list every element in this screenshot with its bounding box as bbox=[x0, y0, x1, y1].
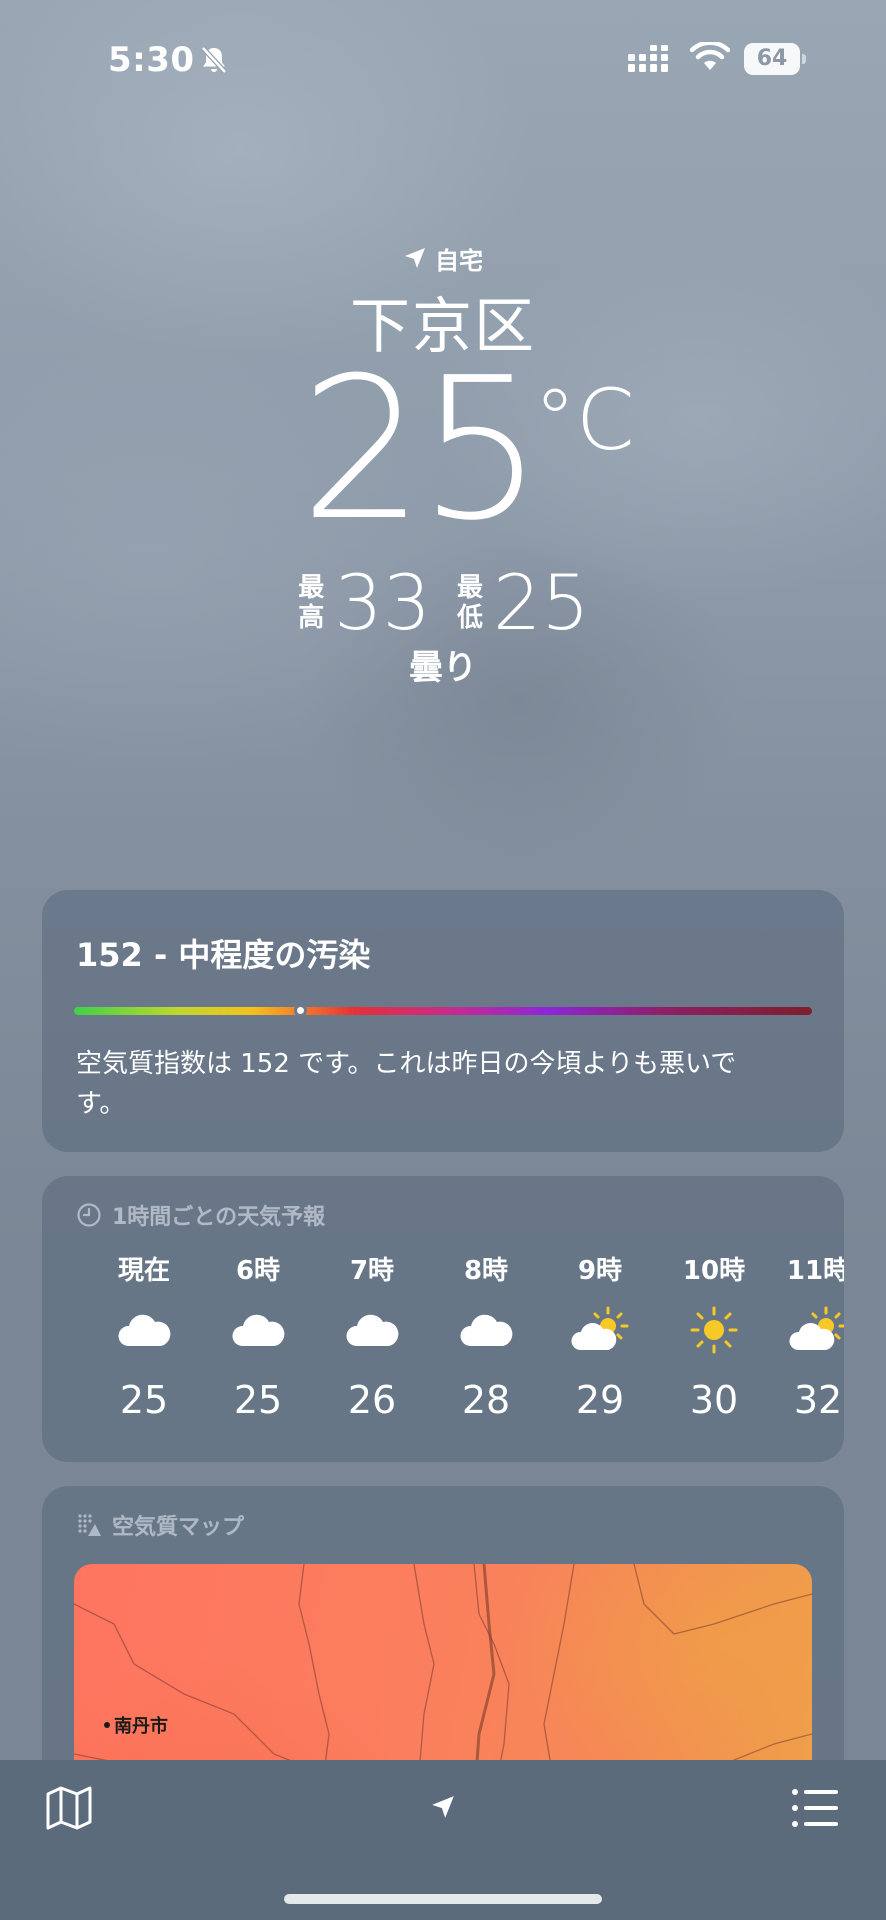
current-temperature: 25 °C bbox=[300, 350, 660, 560]
hour-item: 8時 28 bbox=[426, 1250, 546, 1450]
partly-sunny-icon bbox=[789, 1306, 844, 1350]
battery-level: 64 bbox=[756, 46, 788, 71]
aqi-indicator bbox=[294, 1004, 307, 1017]
air-quality-card[interactable]: 152 - 中程度の汚染 空気質指数は 152 です。これは昨日の今頃よりも悪い… bbox=[42, 890, 844, 1152]
hour-label: 8時 bbox=[463, 1256, 509, 1286]
hour-item: 7時 26 bbox=[312, 1250, 432, 1450]
hour-label: 6時 bbox=[235, 1256, 281, 1286]
low-value: 25 bbox=[493, 558, 590, 647]
map-header-label: 空気質マップ bbox=[112, 1515, 245, 1540]
map-place-marker: 南丹市 bbox=[104, 1712, 168, 1738]
hour-item: 11時 32 bbox=[758, 1250, 844, 1450]
aqi-scale-bar bbox=[74, 1007, 812, 1015]
clock-icon bbox=[77, 1203, 101, 1227]
hour-item: 6時 25 bbox=[198, 1250, 318, 1450]
low-temp: 最低 25 bbox=[455, 563, 590, 643]
wifi-icon bbox=[690, 42, 730, 70]
hour-item: 10時 30 bbox=[654, 1250, 774, 1450]
cloud-icon bbox=[346, 1314, 399, 1346]
cloud-icon bbox=[460, 1314, 513, 1346]
air-quality-map[interactable]: 南丹市 bbox=[74, 1564, 812, 1786]
hour-temp: 25 bbox=[119, 1378, 169, 1422]
list-icon[interactable] bbox=[790, 1786, 840, 1830]
location-label: 自宅 bbox=[435, 246, 483, 275]
low-label: 最低 bbox=[456, 573, 483, 633]
high-low: 最高 33 最低 25 bbox=[0, 558, 886, 648]
hour-temp: 29 bbox=[575, 1378, 625, 1422]
hour-label: 10時 bbox=[682, 1256, 746, 1286]
map-boundaries bbox=[74, 1564, 812, 1786]
cloud-icon bbox=[118, 1314, 171, 1346]
status-bar: 5:30 64 bbox=[0, 0, 886, 120]
condition-text: 曇り bbox=[409, 648, 477, 688]
high-temp: 最高 33 bbox=[296, 563, 431, 643]
air-quality-map-card[interactable]: 空気質マップ 南丹市 bbox=[42, 1486, 844, 1786]
hour-temp: 26 bbox=[347, 1378, 397, 1422]
hour-label: 9時 bbox=[577, 1256, 623, 1286]
high-label: 最高 bbox=[298, 573, 325, 633]
temperature-unit: °C bbox=[534, 371, 635, 469]
map-icon[interactable] bbox=[44, 1784, 94, 1832]
temperature-value: 25 bbox=[300, 336, 543, 564]
air-quality-map-icon bbox=[78, 1514, 101, 1536]
partly-sunny-icon bbox=[571, 1306, 629, 1350]
hour-temp: 30 bbox=[689, 1378, 739, 1422]
bottom-toolbar bbox=[0, 1760, 886, 1920]
hour-temp: 32 bbox=[793, 1378, 843, 1422]
map-place-dot bbox=[104, 1722, 110, 1728]
hour-label: 11時 bbox=[786, 1256, 844, 1286]
cloud-icon bbox=[232, 1314, 285, 1346]
aqi-title: 152 - 中程度の汚染 bbox=[76, 936, 371, 974]
hour-item: 現在 25 bbox=[84, 1250, 204, 1450]
hourly-header-label: 1時間ごとの天気予報 bbox=[112, 1205, 326, 1230]
hourly-list[interactable]: 現在 25 6時 25 7時 26 8時 28 9時 29 10時 30 11時… bbox=[56, 1250, 844, 1450]
home-indicator[interactable] bbox=[284, 1894, 602, 1904]
map-place-label: 南丹市 bbox=[114, 1716, 168, 1737]
location-arrow-icon[interactable] bbox=[430, 1794, 456, 1820]
aqi-description: 空気質指数は 152 です。これは昨日の今頃よりも悪いです。 bbox=[76, 1049, 737, 1119]
status-time: 5:30 bbox=[108, 40, 195, 80]
location-row: 自宅 bbox=[0, 240, 886, 276]
hour-label: 現在 bbox=[117, 1256, 170, 1286]
hour-temp: 28 bbox=[461, 1378, 511, 1422]
hour-item: 9時 29 bbox=[540, 1250, 660, 1450]
battery-icon: 64 bbox=[744, 43, 806, 75]
hourly-forecast-card[interactable]: 1時間ごとの天気予報 現在 25 6時 25 7時 26 8時 28 9時 29… bbox=[42, 1176, 844, 1462]
signal-icon bbox=[628, 45, 668, 72]
high-value: 33 bbox=[334, 558, 431, 647]
hourly-header: 1時間ごとの天気予報 bbox=[76, 1198, 325, 1232]
hour-label: 7時 bbox=[349, 1256, 395, 1286]
map-header: 空気質マップ bbox=[76, 1508, 244, 1542]
sun-icon bbox=[690, 1306, 738, 1354]
hour-temp: 25 bbox=[233, 1378, 283, 1422]
bell-slash-icon bbox=[201, 46, 227, 74]
location-arrow-icon bbox=[405, 248, 425, 268]
